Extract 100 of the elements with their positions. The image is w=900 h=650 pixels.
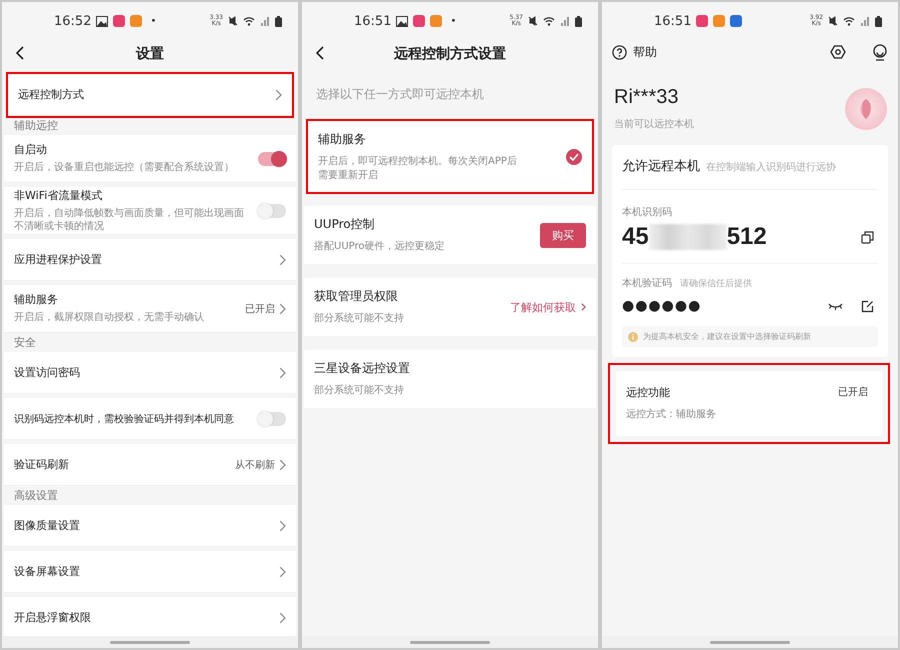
status-time: 16:51 bbox=[354, 14, 392, 28]
image-icon bbox=[396, 16, 408, 26]
buy-button[interactable]: 购买 bbox=[540, 222, 586, 248]
remote-state: 已开启 bbox=[838, 386, 868, 400]
row-label: 验证码刷新 bbox=[14, 457, 70, 472]
chevron-icon bbox=[278, 366, 286, 378]
row-label: 设备屏幕设置 bbox=[14, 564, 81, 579]
help-icon[interactable] bbox=[612, 44, 627, 60]
row-description: 开启后，截屏权限自动授权，无需手动确认 bbox=[14, 311, 205, 325]
toggle-switch[interactable] bbox=[258, 204, 286, 218]
toggle-switch[interactable] bbox=[258, 412, 286, 426]
user-status: 当前可以远控本机 bbox=[614, 118, 695, 131]
mute-icon bbox=[528, 16, 538, 26]
option-description: 部分系统可能不支持 bbox=[314, 312, 405, 326]
user-name: Ri***33 bbox=[614, 86, 680, 109]
wifi-icon bbox=[243, 16, 255, 26]
copy-icon[interactable] bbox=[861, 230, 874, 244]
row-label: 应用进程保护设置 bbox=[14, 252, 103, 267]
option-description: 部分系统可能不支持 bbox=[314, 384, 405, 398]
option-title: 辅助服务 bbox=[318, 131, 367, 148]
settings-row[interactable]: 辅助服务 开启后，截屏权限自动授权，无需手动确认 已开启 bbox=[4, 285, 296, 333]
row-label: 自启动 bbox=[14, 142, 48, 158]
settings-row[interactable]: 验证码刷新 从不刷新 bbox=[4, 444, 296, 486]
settings-icon[interactable] bbox=[830, 44, 846, 60]
settings-row[interactable]: 远程控制方式 bbox=[8, 74, 292, 116]
app-notification-icon bbox=[413, 15, 426, 27]
app-notification-icon bbox=[713, 15, 726, 27]
card-hint: 在控制端输入识别码进行远协 bbox=[706, 160, 836, 174]
settings-row[interactable]: 设置访问密码 bbox=[4, 352, 296, 394]
learn-link[interactable]: 了解如何获取 bbox=[510, 300, 586, 314]
row-description: 开启后，设备重启也能远控（需要配合系统设置） bbox=[14, 161, 235, 175]
masked-code: ●●●●●● bbox=[622, 298, 702, 314]
device-code: 512 bbox=[726, 223, 767, 251]
chevron-icon bbox=[278, 458, 286, 470]
option-description: 搭配UUPro硬件，远控更稳定 bbox=[314, 240, 446, 254]
notification-dot: • bbox=[150, 16, 156, 26]
wifi-icon bbox=[843, 16, 855, 26]
remote-card[interactable]: 远控功能 已开启 远控方式：辅助服务 bbox=[616, 371, 882, 436]
app-notification-icon bbox=[113, 15, 126, 27]
device-code: 45 bbox=[622, 223, 649, 251]
row-value: 已开启 bbox=[244, 302, 275, 316]
row-label: 图像质量设置 bbox=[14, 518, 81, 533]
mute-icon bbox=[828, 16, 838, 26]
battery-icon bbox=[875, 16, 882, 26]
screen-title: 设置 bbox=[136, 45, 164, 63]
chevron-icon bbox=[278, 566, 286, 578]
screen-title: 远程控制方式设置 bbox=[394, 45, 506, 63]
status-time: 16:51 bbox=[654, 14, 692, 28]
card-title: 允许远程本机 bbox=[622, 158, 700, 175]
battery-icon bbox=[575, 16, 582, 26]
row-label: 辅助服务 bbox=[14, 292, 59, 308]
row-label: 设置访问密码 bbox=[14, 365, 81, 380]
settings-row[interactable]: 应用进程保护设置 bbox=[4, 239, 296, 281]
chevron-icon bbox=[581, 303, 586, 311]
edit-icon[interactable] bbox=[861, 300, 874, 312]
settings-row[interactable]: 图像质量设置 bbox=[4, 505, 296, 547]
option-card[interactable]: UUPro控制 搭配UUPro硬件，远控更稳定 购买 bbox=[304, 206, 596, 264]
app-notification-icon bbox=[730, 15, 742, 27]
chevron-icon bbox=[278, 520, 286, 532]
option-card[interactable]: 辅助服务 开启后，即可远程控制本机。每次关闭APP后需要重新开启 bbox=[308, 121, 592, 192]
row-description: 开启后，自动降低帧数与画面质量，但可能出现画面不清晰或卡顿的情况 bbox=[14, 206, 245, 234]
wifi-icon bbox=[543, 16, 555, 26]
battery-icon bbox=[275, 16, 282, 26]
toggle-switch[interactable] bbox=[258, 152, 286, 166]
help-link[interactable]: 帮助 bbox=[633, 44, 657, 60]
signal-icon bbox=[560, 16, 570, 26]
row-label: 非WiFi省流量模式 bbox=[14, 188, 104, 202]
row-label: 远程控制方式 bbox=[18, 87, 85, 102]
app-notification-icon bbox=[430, 15, 442, 27]
image-icon bbox=[96, 16, 108, 26]
info-icon bbox=[628, 332, 638, 342]
settings-row[interactable]: 开启悬浮窗权限 bbox=[4, 597, 296, 636]
eye-closed-icon[interactable] bbox=[828, 302, 843, 310]
check-icon[interactable] bbox=[566, 148, 582, 164]
profile-icon[interactable] bbox=[872, 44, 888, 60]
option-description: 开启后，即可远程控制本机。每次关闭APP后需要重新开启 bbox=[318, 155, 518, 182]
avatar-icon bbox=[844, 86, 888, 130]
remote-method: 远控方式：辅助服务 bbox=[626, 408, 717, 422]
chevron-icon bbox=[278, 254, 286, 266]
option-card[interactable]: 三星设备远控设置 部分系统可能不支持 bbox=[304, 350, 596, 408]
row-label: 开启悬浮窗权限 bbox=[14, 610, 92, 625]
row-label: 识别码远控本机时，需校验验证码并得到本机同意 bbox=[14, 412, 235, 426]
signal-icon bbox=[260, 16, 270, 26]
row-value: 从不刷新 bbox=[234, 458, 275, 472]
settings-row[interactable]: 设备屏幕设置 bbox=[4, 551, 296, 593]
app-notification-icon bbox=[696, 15, 708, 27]
option-title: UUPro控制 bbox=[314, 216, 376, 234]
code-label: 本机识别码 bbox=[622, 207, 672, 218]
verify-label: 本机验证码 bbox=[622, 276, 672, 290]
security-notice: 为提高本机安全，建议在设置中选择验证码刷新 bbox=[643, 331, 811, 342]
chevron-icon bbox=[278, 302, 286, 314]
remote-title: 远控功能 bbox=[626, 385, 670, 400]
chevron-icon bbox=[278, 612, 286, 624]
status-time: 16:52 bbox=[54, 14, 92, 28]
option-title: 三星设备远控设置 bbox=[314, 360, 411, 378]
notification-dot: • bbox=[450, 16, 456, 26]
section-header: 辅助远控 bbox=[13, 118, 59, 133]
mute-icon bbox=[228, 16, 238, 26]
option-card[interactable]: 获取管理员权限 部分系统可能不支持 了解如何获取 bbox=[304, 278, 596, 336]
signal-icon bbox=[860, 16, 870, 26]
